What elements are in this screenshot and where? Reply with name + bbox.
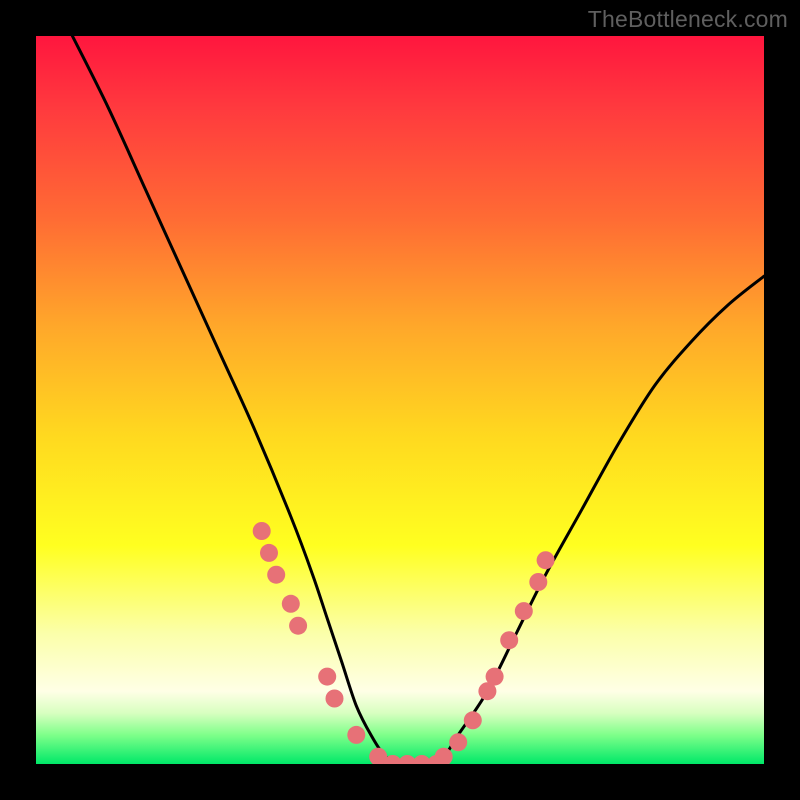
marker-point bbox=[449, 733, 467, 751]
marker-point bbox=[529, 573, 547, 591]
marker-point bbox=[267, 566, 285, 584]
highlighted-points bbox=[253, 522, 555, 764]
curve-svg bbox=[36, 36, 764, 764]
marker-point bbox=[318, 668, 336, 686]
marker-point bbox=[289, 617, 307, 635]
marker-point bbox=[515, 602, 533, 620]
marker-point bbox=[464, 711, 482, 729]
marker-point bbox=[486, 668, 504, 686]
marker-point bbox=[253, 522, 271, 540]
marker-point bbox=[347, 726, 365, 744]
marker-point bbox=[260, 544, 278, 562]
bottleneck-curve bbox=[72, 36, 764, 764]
bottleneck-curve-path bbox=[72, 36, 764, 764]
marker-point bbox=[500, 631, 518, 649]
watermark-text: TheBottleneck.com bbox=[588, 6, 788, 33]
plot-area bbox=[36, 36, 764, 764]
marker-point bbox=[537, 551, 555, 569]
marker-point bbox=[282, 595, 300, 613]
chart-frame: TheBottleneck.com bbox=[0, 0, 800, 800]
marker-point bbox=[326, 690, 344, 708]
